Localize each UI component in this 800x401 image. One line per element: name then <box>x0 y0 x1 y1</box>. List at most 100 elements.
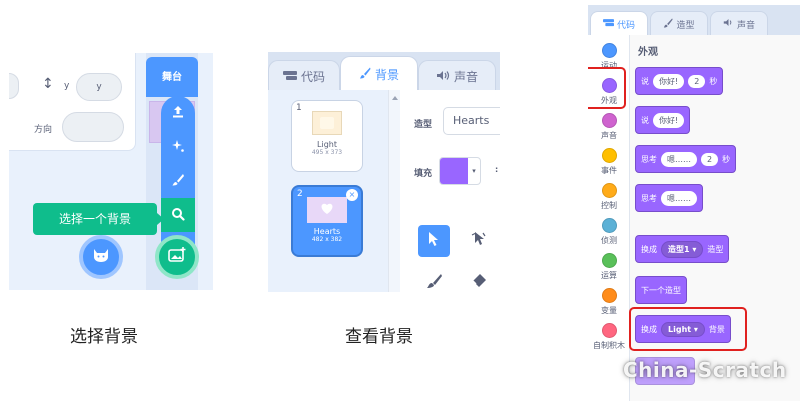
fill-color-picker[interactable]: ▾ <box>439 157 481 185</box>
tab-sounds[interactable]: 声音 <box>710 11 768 36</box>
block-number-input[interactable]: 2 <box>701 152 719 166</box>
brush-tool-icon <box>426 273 442 292</box>
block-think[interactable]: 思考 嗯…… <box>635 184 703 212</box>
block-say-for-secs[interactable]: 说 你好! 2 秒 <box>635 67 724 95</box>
section-title: 外观 <box>638 47 658 58</box>
scroll-up-icon[interactable] <box>391 96 398 100</box>
category-events[interactable]: 事件 <box>588 148 630 176</box>
tab-sounds-label: 声音 <box>453 70 478 84</box>
backdrop-item-light[interactable]: 1 Light 495 x 373 <box>291 100 363 172</box>
category-dot <box>601 253 617 268</box>
block-input[interactable]: 你好! <box>653 73 685 89</box>
tab-sounds[interactable]: 声音 <box>418 60 496 92</box>
block-switch-costume[interactable]: 换成 造型1 ▾ 造型 <box>635 235 730 263</box>
tab-backdrops-label: 背景 <box>374 68 399 82</box>
tab-backdrops[interactable]: 背景 <box>340 56 418 92</box>
image-add-icon <box>168 247 186 267</box>
surprise-backdrop-button[interactable] <box>161 130 195 164</box>
tab-costumes[interactable]: 造型 <box>650 11 708 36</box>
category-label: 控制 <box>601 201 617 210</box>
block-text: 秒 <box>709 76 718 86</box>
category-dot <box>601 113 617 128</box>
costume-name-input[interactable]: Hearts <box>443 107 500 135</box>
choose-backdrop-tooltip: 选择一个背景 <box>33 203 164 235</box>
block-text: 说 <box>641 115 649 125</box>
block-say[interactable]: 说 你好! <box>635 106 691 134</box>
category-dot <box>601 183 617 198</box>
code-icon <box>602 18 614 30</box>
x-input[interactable] <box>9 73 19 99</box>
select-arrow-icon <box>427 231 441 251</box>
category-label: 侦测 <box>601 236 617 245</box>
backdrop-menu <box>161 96 195 246</box>
category-dot <box>601 288 617 303</box>
switch-backdrop-highlight <box>629 307 747 351</box>
block-think-for-secs[interactable]: 思考 嗯…… 2 秒 <box>635 145 737 173</box>
reshape-tool[interactable] <box>463 225 495 257</box>
list-scrollbar[interactable] <box>388 90 400 292</box>
block-next-costume[interactable]: 下一个造型 <box>635 276 687 304</box>
y-label: y <box>64 81 70 91</box>
fill-swatch <box>440 158 468 184</box>
heart-icon <box>320 203 334 217</box>
watermark: China-Scratch <box>623 358 787 382</box>
direction-input[interactable] <box>62 112 124 142</box>
delete-icon[interactable]: × <box>346 189 358 201</box>
block-number-input[interactable]: 2 <box>688 74 706 88</box>
backdrop-size: 482 x 382 <box>311 236 343 243</box>
choose-backdrop-button[interactable] <box>155 235 199 279</box>
backdrop-item-hearts[interactable]: 2 × Hearts 482 x 382 <box>291 185 363 257</box>
tab-sounds-label: 声音 <box>736 20 755 31</box>
category-label: 事件 <box>601 166 617 175</box>
select-tool[interactable] <box>418 225 450 257</box>
eraser-tool[interactable] <box>463 267 495 292</box>
editor-tabbar: 代码 背景 声音 <box>268 52 500 92</box>
tab-code-label: 代码 <box>616 20 635 31</box>
choose-sprite-button[interactable] <box>79 235 123 279</box>
block-input[interactable]: 嗯…… <box>661 190 697 206</box>
backdrop-thumbnail <box>312 111 342 135</box>
costume-dropdown[interactable]: 造型1 ▾ <box>661 240 704 258</box>
category-dot <box>601 218 617 233</box>
upload-icon <box>171 104 185 123</box>
backdrop-name: Light <box>317 140 337 149</box>
outline-label-partial: : <box>495 165 499 174</box>
upload-backdrop-button[interactable] <box>161 96 195 130</box>
caption-choose-backdrop: 选择背景 <box>70 327 138 347</box>
code-icon <box>282 70 297 84</box>
category-operators[interactable]: 运算 <box>588 253 630 281</box>
editor-tabbar: 代码 造型 声音 <box>588 5 800 36</box>
tab-code-label: 代码 <box>300 70 325 84</box>
backdrop-list: 1 Light 495 x 373 2 × Hearts 482 x 382 <box>268 90 388 292</box>
block-text: 秒 <box>722 154 731 164</box>
category-control[interactable]: 控制 <box>588 183 630 211</box>
choose-backdrop-search-button[interactable] <box>161 198 195 232</box>
direction-label: 方向 <box>34 125 53 135</box>
y-input[interactable]: y <box>76 73 122 101</box>
brush-tool[interactable] <box>418 267 450 292</box>
tab-code[interactable]: 代码 <box>268 60 340 92</box>
paint-brush-icon <box>171 172 185 191</box>
block-text: 思考 <box>641 193 657 203</box>
block-palette-panel: 代码 造型 声音 运动 外观 声音 事件 控制 侦测 运算 变量 自制积木 外观… <box>588 5 800 401</box>
paint-backdrop-button[interactable] <box>161 164 195 198</box>
speaker-icon <box>436 70 450 84</box>
block-text: 造型 <box>707 244 724 254</box>
stage-header[interactable]: 舞台 <box>146 57 198 97</box>
category-sound[interactable]: 声音 <box>588 113 630 141</box>
brush-icon <box>663 17 674 31</box>
costume-label: 造型 <box>414 120 433 130</box>
block-input[interactable]: 嗯…… <box>661 151 697 167</box>
category-variables[interactable]: 变量 <box>588 288 630 316</box>
tab-code[interactable]: 代码 <box>590 11 648 36</box>
block-input[interactable]: 你好! <box>653 112 685 128</box>
search-icon <box>171 206 185 225</box>
category-dot <box>601 323 617 338</box>
cat-icon <box>92 247 110 267</box>
block-text: 下一个造型 <box>641 285 681 295</box>
reshape-icon <box>471 231 487 251</box>
block-text: 思考 <box>641 154 657 164</box>
backdrop-number: 2 <box>297 189 303 199</box>
category-my-blocks[interactable]: 自制积木 <box>588 323 630 351</box>
category-sensing[interactable]: 侦测 <box>588 218 630 246</box>
